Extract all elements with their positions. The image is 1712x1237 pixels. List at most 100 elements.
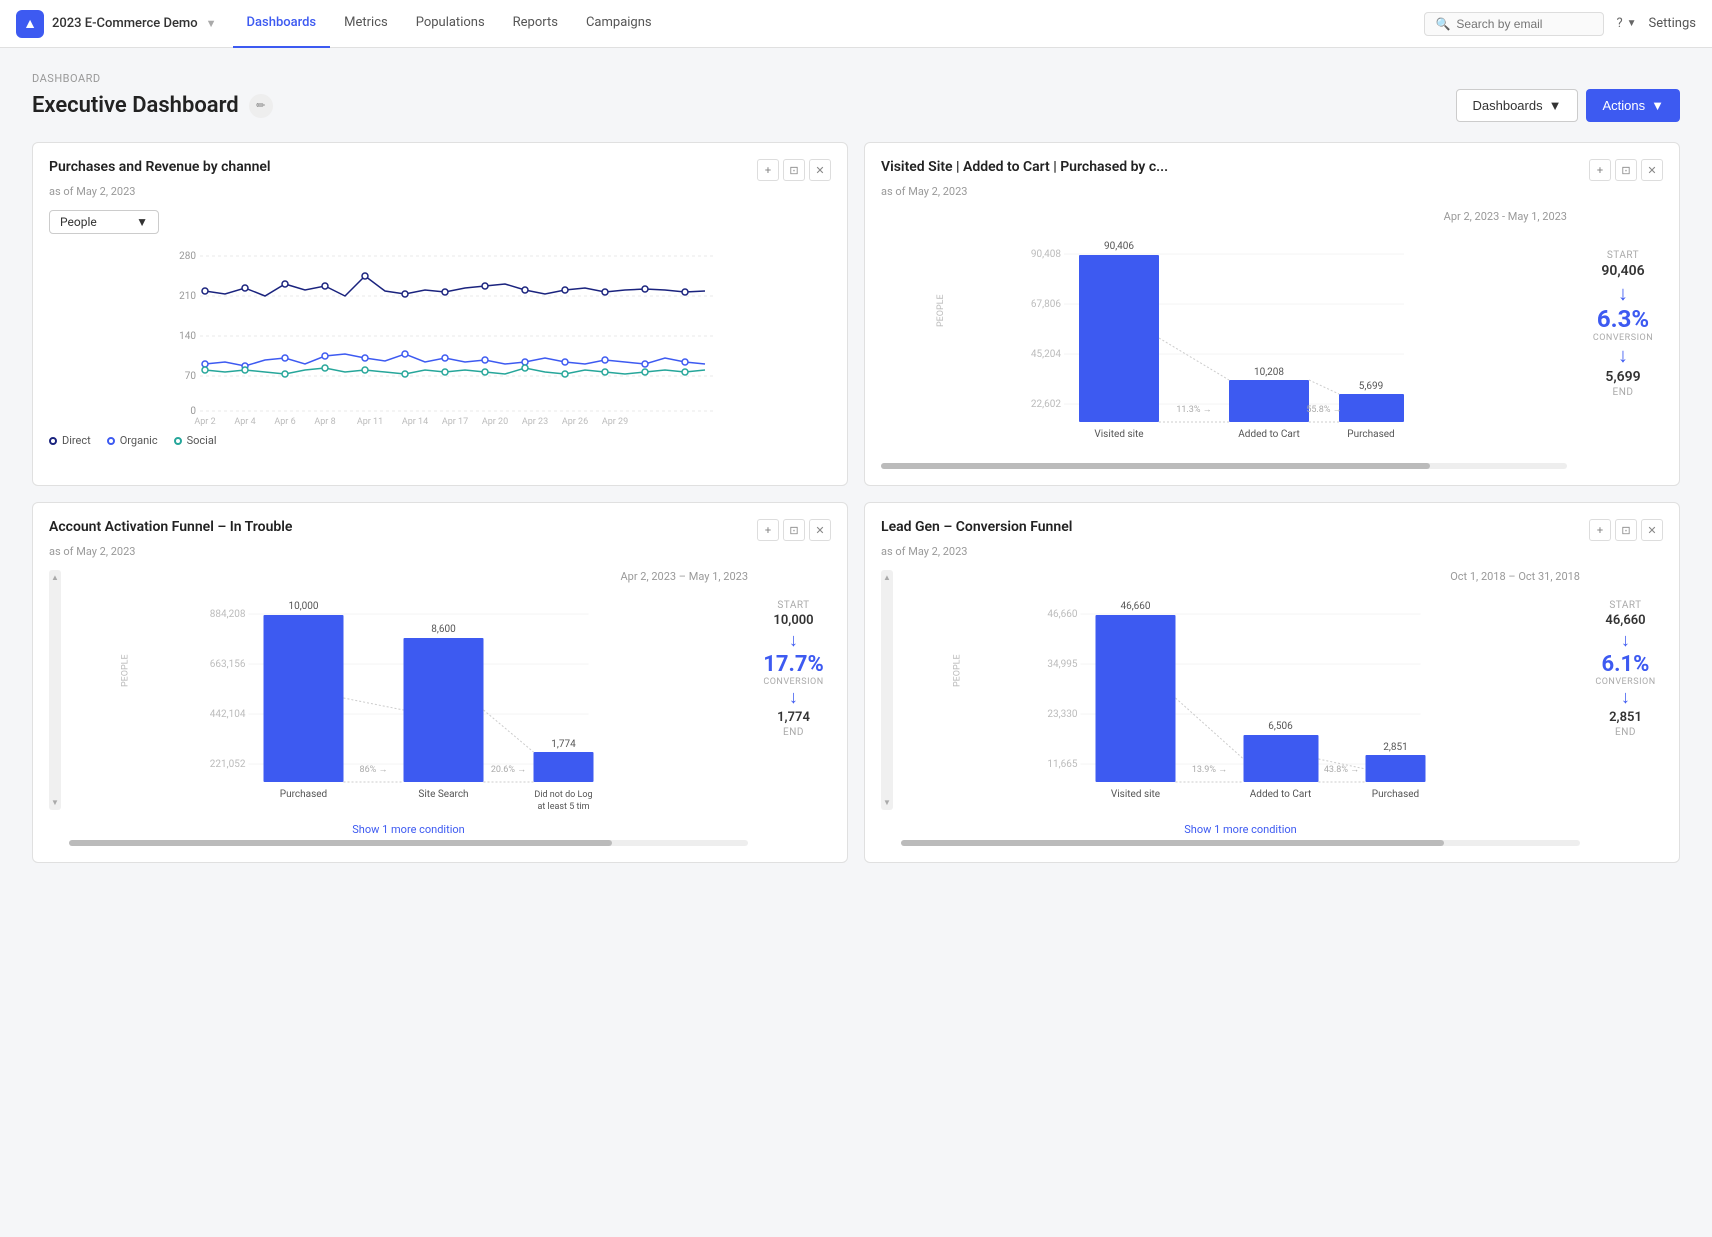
card-date-2: as of May 2, 2023	[881, 185, 1663, 198]
svg-text:43.8% →: 43.8% →	[1324, 765, 1359, 775]
scrollbar-2[interactable]	[881, 463, 1567, 469]
svg-text:23,330: 23,330	[1047, 709, 1077, 720]
search-box[interactable]: 🔍	[1424, 12, 1604, 36]
svg-text:442,104: 442,104	[210, 709, 246, 720]
show-more-4[interactable]: Show 1 more condition	[901, 823, 1580, 836]
account-activation-card: Account Activation Funnel – In Trouble +…	[32, 502, 848, 863]
nav-metrics[interactable]: Metrics	[330, 0, 402, 48]
svg-text:11.3% →: 11.3% →	[1176, 405, 1211, 415]
legend-social: Social	[174, 434, 217, 447]
svg-text:PEOPLE: PEOPLE	[121, 654, 131, 687]
card-date-4: as of May 2, 2023	[881, 545, 1663, 558]
purchases-revenue-card: Purchases and Revenue by channel + ⊡ ✕ a…	[32, 142, 848, 486]
line-chart-container: 280 210 140 70 0	[49, 246, 831, 426]
direct-label: Direct	[62, 434, 91, 447]
save-icon-1[interactable]: ⊡	[783, 159, 805, 181]
dropdown-label: People	[60, 215, 97, 229]
page-content: DASHBOARD Executive Dashboard ✏ Dashboar…	[0, 48, 1712, 887]
social-label: Social	[187, 434, 217, 447]
funnel-right-3: START 10,000 ↓ 17.7% CONVERSION ↓ 1,774 …	[756, 570, 831, 846]
vscroll-up-4[interactable]: ▲	[883, 573, 891, 582]
vscroll-4[interactable]: ▲ ▼	[881, 570, 893, 810]
show-more-3[interactable]: Show 1 more condition	[69, 823, 748, 836]
vscroll-up-3[interactable]: ▲	[51, 573, 59, 582]
start-value-4: 46,660	[1588, 613, 1663, 628]
add-icon-1[interactable]: +	[757, 159, 779, 181]
nav-populations[interactable]: Populations	[402, 0, 499, 48]
nav-right: 🔍 ? ▼ Settings	[1424, 12, 1696, 36]
svg-text:Apr 20: Apr 20	[482, 417, 508, 426]
delete-icon-4[interactable]: ✕	[1641, 519, 1663, 541]
brand-chevron: ▼	[206, 17, 217, 30]
conversion-label-3: CONVERSION	[756, 677, 831, 687]
settings-link[interactable]: Settings	[1649, 16, 1696, 31]
nav-logo[interactable]: ▲ 2023 E-Commerce Demo ▼	[16, 10, 217, 38]
nav-dashboards[interactable]: Dashboards	[233, 0, 331, 48]
chart-legend: Direct Organic Social	[49, 434, 831, 447]
actions-button[interactable]: Actions ▼	[1586, 89, 1680, 122]
nav-campaigns[interactable]: Campaigns	[572, 0, 666, 48]
arrow-down-4: ↓	[1588, 630, 1663, 652]
add-icon-2[interactable]: +	[1589, 159, 1611, 181]
delete-icon-1[interactable]: ✕	[809, 159, 831, 181]
add-icon-3[interactable]: +	[757, 519, 779, 541]
start-label-3: START	[756, 600, 831, 611]
vscroll-down-3[interactable]: ▼	[51, 798, 59, 807]
svg-text:Purchased: Purchased	[280, 789, 327, 800]
card-icons-3: + ⊡ ✕	[757, 519, 831, 541]
funnel-layout-4: ▲ ▼ Oct 1, 2018 – Oct 31, 2018 46,660 34…	[881, 570, 1663, 846]
date-range-3: Apr 2, 2023 – May 1, 2023	[69, 570, 748, 583]
svg-text:0: 0	[190, 406, 196, 417]
scrollbar-3[interactable]	[69, 840, 748, 846]
direct-dot	[49, 437, 57, 445]
svg-text:663,156: 663,156	[210, 659, 246, 670]
social-dot	[174, 437, 182, 445]
add-icon-4[interactable]: +	[1589, 519, 1611, 541]
legend-organic: Organic	[107, 434, 158, 447]
end-value-4: 2,851	[1588, 710, 1663, 725]
svg-text:Added to Cart: Added to Cart	[1250, 789, 1311, 800]
title-wrap: Executive Dashboard ✏	[32, 93, 273, 118]
funnel-svg-2: 90,408 67,806 45,204 22,602 PEOPLE	[881, 227, 1567, 457]
card-title-1: Purchases and Revenue by channel	[49, 159, 271, 175]
svg-text:Apr 8: Apr 8	[314, 417, 335, 426]
funnel-layout-3: ▲ ▼ Apr 2, 2023 – May 1, 2023 884,208 66…	[49, 570, 831, 846]
vscroll-3[interactable]: ▲ ▼	[49, 570, 61, 810]
card-icons-1: + ⊡ ✕	[757, 159, 831, 181]
search-input[interactable]	[1456, 17, 1593, 31]
actions-chevron: ▼	[1651, 98, 1664, 113]
svg-text:10,000: 10,000	[288, 601, 318, 612]
save-icon-2[interactable]: ⊡	[1615, 159, 1637, 181]
svg-text:Visited site: Visited site	[1111, 789, 1160, 800]
line-chart-area: People ▼ 280 210 140 7	[49, 210, 831, 447]
scrollbar-4[interactable]	[901, 840, 1580, 846]
arrow-down2-3: ↓	[756, 687, 831, 709]
end-label-2: END	[1583, 387, 1663, 398]
vscroll-down-4[interactable]: ▼	[883, 798, 891, 807]
end-label-4: END	[1588, 727, 1663, 738]
delete-icon-2[interactable]: ✕	[1641, 159, 1663, 181]
save-icon-4[interactable]: ⊡	[1615, 519, 1637, 541]
lead-gen-card: Lead Gen – Conversion Funnel + ⊡ ✕ as of…	[864, 502, 1680, 863]
arrow-down-2: ↓	[1583, 281, 1663, 305]
dashboard-grid: Purchases and Revenue by channel + ⊡ ✕ a…	[32, 142, 1680, 863]
save-icon-3[interactable]: ⊡	[783, 519, 805, 541]
svg-text:2,851: 2,851	[1383, 742, 1407, 753]
nav-reports[interactable]: Reports	[499, 0, 572, 48]
breadcrumb: DASHBOARD	[32, 72, 1680, 85]
svg-text:Visited site: Visited site	[1094, 429, 1143, 440]
conversion-pct-3: 17.7%	[756, 652, 831, 677]
date-range-2: Apr 2, 2023 - May 1, 2023	[881, 210, 1567, 223]
delete-icon-3[interactable]: ✕	[809, 519, 831, 541]
dashboards-button[interactable]: Dashboards ▼	[1456, 89, 1579, 122]
help-button[interactable]: ? ▼	[1616, 16, 1636, 31]
svg-text:34,995: 34,995	[1047, 659, 1077, 670]
svg-text:46,660: 46,660	[1047, 609, 1077, 620]
date-range-4: Oct 1, 2018 – Oct 31, 2018	[901, 570, 1580, 583]
brand-name: 2023 E-Commerce Demo	[52, 16, 198, 31]
people-dropdown[interactable]: People ▼	[49, 210, 159, 234]
edit-icon[interactable]: ✏	[249, 94, 273, 118]
conversion-pct-2: 6.3%	[1583, 305, 1663, 333]
conversion-label-4: CONVERSION	[1588, 677, 1663, 687]
start-value-3: 10,000	[756, 613, 831, 628]
